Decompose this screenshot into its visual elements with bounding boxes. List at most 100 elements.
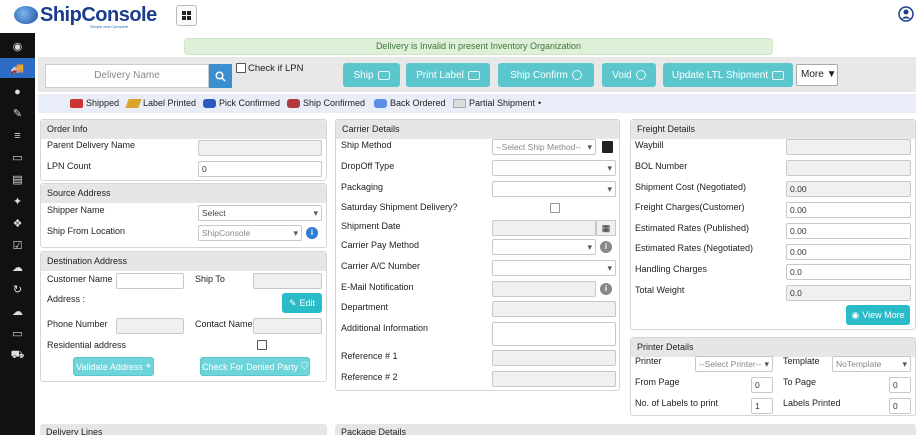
estimated-negotiated-input[interactable]: 0.00 bbox=[786, 244, 911, 260]
reference-2-input[interactable] bbox=[492, 371, 616, 387]
search-button[interactable] bbox=[209, 64, 232, 88]
estimated-published-input[interactable]: 0.00 bbox=[786, 223, 911, 239]
parent-delivery-input[interactable] bbox=[198, 140, 322, 156]
checklist-icon[interactable]: ☑ bbox=[11, 239, 24, 252]
template-select[interactable]: NoTemplate bbox=[832, 356, 911, 372]
customer-name-input[interactable] bbox=[116, 273, 184, 289]
from-page-input[interactable]: 0 bbox=[751, 377, 773, 393]
edit-address-button[interactable]: ✎ Edit bbox=[282, 293, 322, 313]
labels-to-print-input[interactable]: 1 bbox=[751, 398, 773, 414]
caret-down-icon: ▼ bbox=[826, 69, 837, 80]
ship-from-label: Ship From Location bbox=[47, 226, 126, 236]
apps-grid-button[interactable] bbox=[176, 5, 197, 26]
ship-button[interactable]: Ship bbox=[343, 63, 400, 87]
shipper-name-select[interactable]: Select bbox=[198, 205, 322, 221]
ship-confirm-button[interactable]: Ship Confirm bbox=[498, 63, 594, 87]
labels-to-print-label: No. of Labels to print bbox=[635, 398, 719, 408]
carrier-pay-method-select[interactable] bbox=[492, 239, 596, 255]
view-more-button[interactable]: ◉ View More bbox=[846, 305, 910, 325]
dropoff-type-label: DropOff Type bbox=[341, 161, 395, 171]
phone-number-input[interactable] bbox=[116, 318, 184, 334]
ship-method-select[interactable]: --Select Ship Method-- bbox=[492, 139, 596, 155]
carrier-account-select[interactable] bbox=[492, 260, 616, 276]
printer-details-title: Printer Details bbox=[631, 338, 915, 357]
freight-charges-input[interactable]: 0.00 bbox=[786, 202, 911, 218]
update-ltl-shipment-button[interactable]: Update LTL Shipment bbox=[663, 63, 793, 87]
location-pin-icon[interactable]: ● bbox=[11, 85, 24, 98]
legend-back-ordered-label: Back Ordered bbox=[390, 98, 446, 108]
lpn-count-label: LPN Count bbox=[47, 161, 92, 171]
top-bar: ShipConsole Simple and Complete bbox=[0, 0, 919, 33]
folder-icon[interactable]: ▭ bbox=[11, 327, 24, 340]
print-label-button[interactable]: Print Label bbox=[406, 63, 490, 87]
more-dropdown-button[interactable]: More ▼ bbox=[796, 64, 838, 86]
reference-1-input[interactable] bbox=[492, 350, 616, 366]
template-label: Template bbox=[783, 356, 820, 366]
ship-from-select[interactable]: ShipConsole bbox=[198, 225, 302, 241]
package-details-header[interactable]: Package Details bbox=[335, 424, 916, 435]
calendar-icon[interactable]: ▦ bbox=[596, 220, 616, 236]
id-card-icon[interactable]: ▤ bbox=[11, 173, 24, 186]
lpn-label: Check if LPN bbox=[248, 63, 304, 74]
legend-label-printed: Label Printed bbox=[125, 98, 196, 108]
info-icon[interactable]: i bbox=[600, 283, 612, 295]
dropoff-type-select[interactable] bbox=[492, 160, 616, 176]
packaging-select[interactable] bbox=[492, 181, 616, 197]
denied-party-button[interactable]: Check For Denied Party ⛉ bbox=[200, 357, 310, 376]
department-input[interactable] bbox=[492, 301, 616, 317]
edit-icon[interactable]: ✎ bbox=[11, 107, 24, 120]
lpn-checkbox[interactable] bbox=[236, 63, 246, 73]
legend-partial-shipment: Partial Shipment • bbox=[453, 98, 541, 108]
shipment-date-input[interactable] bbox=[492, 220, 596, 236]
void-button[interactable]: Void bbox=[602, 63, 656, 87]
printer-select[interactable]: --Select Printer-- bbox=[695, 356, 773, 372]
order-info-title: Order Info bbox=[41, 120, 326, 139]
bol-number-input[interactable] bbox=[786, 160, 911, 176]
total-weight-input[interactable]: 0.0 bbox=[786, 285, 911, 301]
back-arrow-icon bbox=[374, 98, 387, 108]
contact-name-label: Contact Name bbox=[195, 319, 253, 329]
legend-shipped-label: Shipped bbox=[86, 98, 120, 108]
dropbox-icon[interactable]: ❖ bbox=[11, 217, 24, 230]
more-label: More bbox=[801, 69, 824, 80]
info-icon[interactable]: i bbox=[306, 227, 318, 239]
contact-name-input[interactable] bbox=[253, 318, 322, 334]
legend-back-ordered: Back Ordered bbox=[374, 98, 446, 108]
to-page-input[interactable]: 0 bbox=[889, 377, 911, 393]
folder-open-icon[interactable]: ▭ bbox=[11, 151, 24, 164]
validate-address-button[interactable]: Validate Address ⌖ bbox=[73, 357, 154, 376]
lpn-count-input[interactable]: 0 bbox=[198, 161, 322, 177]
ship-confirmed-icon bbox=[287, 98, 300, 108]
cloud-download-icon[interactable]: ☁ bbox=[11, 305, 24, 318]
list-icon[interactable]: ≡ bbox=[11, 129, 24, 142]
delivery-name-input[interactable]: Delivery Name bbox=[45, 64, 209, 88]
labels-printed-input[interactable]: 0 bbox=[889, 398, 911, 414]
user-account-icon[interactable] bbox=[898, 6, 914, 22]
email-notification-input[interactable] bbox=[492, 281, 596, 297]
waybill-input[interactable] bbox=[786, 139, 911, 155]
cloud-upload-icon[interactable]: ☁ bbox=[11, 261, 24, 274]
partial-icon bbox=[453, 98, 466, 108]
shipment-cost-input[interactable]: 0.00 bbox=[786, 181, 911, 197]
cart-icon[interactable]: ⛟ bbox=[11, 349, 25, 362]
brand-tagline: Simple and Complete bbox=[90, 24, 129, 29]
wrench-icon[interactable]: ✦ bbox=[11, 195, 24, 208]
info-icon[interactable]: i bbox=[600, 241, 612, 253]
additional-info-textarea[interactable] bbox=[492, 322, 616, 346]
handling-charges-input[interactable]: 0.0 bbox=[786, 264, 911, 280]
refresh-icon[interactable]: ↻ bbox=[11, 283, 24, 296]
residential-address-label: Residential address bbox=[47, 340, 127, 350]
ship-to-input[interactable] bbox=[253, 273, 322, 289]
bol-number-label: BOL Number bbox=[635, 161, 688, 171]
delivery-lines-header[interactable]: Delivery Lines bbox=[40, 424, 327, 435]
shipping-truck-icon[interactable]: 🚚 bbox=[0, 58, 35, 78]
calculator-icon[interactable] bbox=[602, 141, 613, 153]
validate-address-label: Validate Address bbox=[76, 361, 143, 372]
legend-partial-shipment-label: Partial Shipment bbox=[469, 98, 536, 108]
saturday-delivery-checkbox[interactable] bbox=[550, 203, 560, 213]
phone-number-label: Phone Number bbox=[47, 319, 108, 329]
dashboard-icon[interactable]: ◉ bbox=[11, 40, 24, 53]
denied-party-label: Check For Denied Party bbox=[202, 361, 299, 372]
residential-address-checkbox[interactable] bbox=[257, 340, 267, 350]
app-logo[interactable]: ShipConsole Simple and Complete bbox=[14, 4, 164, 29]
